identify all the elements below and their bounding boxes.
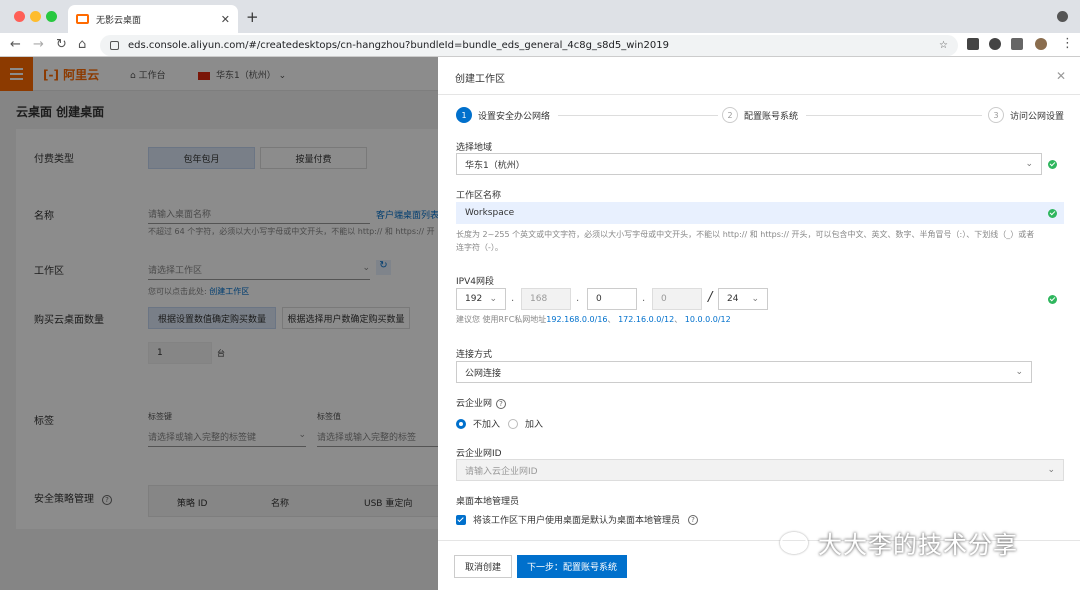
cancel-button[interactable]: 取消创建 — [454, 555, 512, 578]
step-3: 3 访问公网设置 — [988, 107, 1064, 123]
profile-icon[interactable] — [1057, 11, 1068, 22]
reload-icon[interactable]: ↻ — [56, 37, 67, 52]
ip-octet-1-select[interactable]: 192 ⌄ — [456, 288, 506, 310]
ip-dot: · — [511, 296, 515, 307]
ip-slash: / — [708, 290, 713, 305]
valid-check-icon — [1048, 209, 1057, 218]
maximize-window-button[interactable] — [46, 11, 57, 22]
close-icon[interactable]: ✕ — [1056, 69, 1066, 83]
help-icon[interactable]: ? — [496, 399, 507, 409]
avatar[interactable] — [1035, 38, 1047, 50]
bookmark-star-icon[interactable]: ☆ — [939, 40, 948, 51]
tab-title: 无影云桌面 — [96, 15, 142, 26]
cen-label: 云企业网? — [456, 396, 507, 409]
ws-name-label: 工作区名称 — [456, 191, 502, 201]
url-text: eds.console.aliyun.com/#/createdesktops/… — [128, 40, 669, 51]
reading-list-icon[interactable] — [1011, 38, 1023, 50]
ip-octet-2-input[interactable]: 168 — [521, 288, 571, 310]
watermark: 大大李的技术分享 — [780, 525, 1018, 560]
ip-dot: · — [576, 296, 580, 307]
ip-suggestion-172[interactable]: 172.16.0.0/12 — [618, 315, 674, 324]
more-menu-icon[interactable]: ⋮ — [1061, 36, 1074, 51]
ip-octet-4-input[interactable]: 0 — [652, 288, 702, 310]
next-step-button[interactable]: 下一步：配置账号系统 — [517, 555, 627, 578]
create-workspace-drawer: 创建工作区 ✕ 1 设置安全办公网络 2 配置账号系统 3 访问公网设置 选择地域 华… — [438, 57, 1080, 590]
modal-overlay[interactable] — [0, 57, 438, 590]
region-select[interactable]: 华东1（杭州） ⌄ — [456, 153, 1042, 175]
home-icon[interactable]: ⌂ — [78, 37, 86, 52]
step-connector — [558, 115, 718, 116]
browser-tab-strip: 无影云桌面 ✕ + — [0, 0, 1080, 33]
minimize-window-button[interactable] — [30, 11, 41, 22]
ws-name-help-2: 连字符（-）。 — [456, 243, 503, 252]
ip-suggestion-10[interactable]: 10.0.0.0/12 — [685, 315, 731, 324]
valid-check-icon — [1048, 160, 1057, 169]
close-window-button[interactable] — [14, 11, 25, 22]
step-2: 2 配置账号系统 — [722, 107, 798, 123]
forward-icon[interactable]: → — [33, 37, 44, 52]
step-1: 1 设置安全办公网络 — [456, 107, 550, 123]
aliyun-favicon-icon — [76, 14, 89, 24]
address-bar[interactable]: eds.console.aliyun.com/#/createdesktops/… — [100, 35, 958, 56]
ws-name-help-1: 长度为 2~255 个英文或中文字符，必须以大小写字母或中文开头，不能以 htt… — [456, 230, 1035, 239]
workspace-name-input[interactable]: Workspace — [456, 202, 1064, 224]
drawer-title: 创建工作区 — [455, 74, 505, 85]
admin-checkbox[interactable]: 将该工作区下用户使用桌面是默认为桌面本地管理员? — [456, 513, 699, 526]
valid-check-icon — [1048, 295, 1057, 304]
ip-help: 建议您 使用RFC私网地址192.168.0.0/16、 172.16.0.0/… — [456, 315, 731, 324]
ip-dot: · — [642, 296, 646, 307]
cen-id-input[interactable]: 请输入云企业网ID ⌄ — [456, 459, 1064, 481]
browser-toolbar: ← → ↻ ⌂ eds.console.aliyun.com/#/created… — [0, 33, 1080, 57]
connection-label: 连接方式 — [456, 350, 493, 360]
lock-icon — [110, 41, 119, 50]
ipv4-label: IPV4网段 — [456, 277, 494, 287]
region-label: 选择地域 — [456, 143, 493, 153]
extension-icon[interactable] — [967, 38, 979, 50]
cen-radio-yes[interactable]: 加入 — [508, 417, 543, 430]
connection-select[interactable]: 公网连接 ⌄ — [456, 361, 1032, 383]
browser-tab[interactable]: 无影云桌面 ✕ — [68, 5, 238, 33]
ip-mask-select[interactable]: 24 ⌄ — [718, 288, 768, 310]
cen-id-label: 云企业网ID — [456, 449, 502, 459]
help-icon[interactable]: ? — [688, 514, 699, 525]
drawer-header: 创建工作区 ✕ — [438, 57, 1080, 95]
admin-label: 桌面本地管理员 — [456, 497, 520, 507]
back-icon[interactable]: ← — [10, 37, 21, 52]
close-tab-icon[interactable]: ✕ — [221, 13, 230, 26]
ip-octet-3-input[interactable]: 0 — [587, 288, 637, 310]
ip-suggestion-192[interactable]: 192.168.0.0/16 — [546, 315, 607, 324]
console-app: [-] 阿里云 ⌂ 工作台 华东1（杭州） ⌄ 云桌面 创建桌面 付费类型 包年… — [0, 57, 1080, 590]
puzzle-icon[interactable] — [989, 38, 1001, 50]
wechat-icon — [780, 531, 808, 554]
new-tab-icon[interactable]: + — [246, 8, 259, 26]
step-connector — [806, 115, 982, 116]
cen-radio-no[interactable]: 不加入 — [456, 417, 500, 430]
